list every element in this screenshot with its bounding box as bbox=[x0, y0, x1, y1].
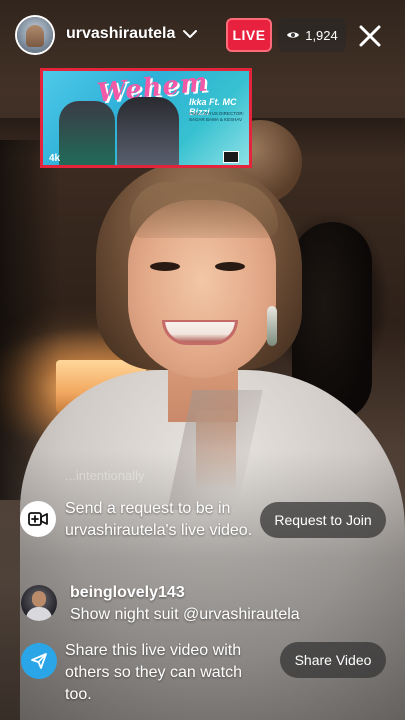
viewer-count-badge[interactable]: 1,924 bbox=[278, 18, 346, 52]
poster-logo: 4k bbox=[49, 153, 61, 164]
request-to-join-button[interactable]: Request to Join bbox=[260, 502, 386, 538]
bangs bbox=[130, 182, 278, 238]
right-eye bbox=[215, 262, 245, 271]
host-avatar[interactable] bbox=[17, 17, 53, 53]
earring bbox=[267, 306, 277, 346]
eye-icon bbox=[287, 32, 300, 38]
share-icon-circle bbox=[21, 643, 57, 679]
send-icon bbox=[31, 653, 47, 669]
video-plus-icon bbox=[28, 512, 48, 526]
avatar-figure bbox=[26, 25, 44, 47]
faded-comment: ...intentionally bbox=[65, 468, 145, 483]
chevron-down-icon[interactable] bbox=[181, 25, 199, 43]
poster-credits: music: ZAYUS DIRECTOR: SAGAR BAWA & KESH… bbox=[189, 111, 244, 122]
poster-figure-right bbox=[117, 97, 179, 165]
host-username[interactable]: urvashirautela bbox=[66, 25, 175, 43]
share-message: Share this live video with others so the… bbox=[65, 642, 242, 703]
share-video-button[interactable]: Share Video bbox=[280, 642, 386, 678]
comment-author[interactable]: beinglovely143 bbox=[70, 582, 185, 604]
commenter-body bbox=[26, 607, 52, 621]
song-poster-thumbnail[interactable]: Wehem Ikka Ft. MC Bizzi music: ZAYUS DIR… bbox=[40, 68, 252, 168]
close-icon[interactable] bbox=[356, 22, 384, 50]
poster-figure-left bbox=[59, 101, 115, 165]
commenter-avatar[interactable] bbox=[21, 585, 57, 621]
live-badge: LIVE bbox=[226, 18, 272, 52]
left-eye bbox=[150, 262, 180, 271]
viewer-count: 1,924 bbox=[305, 27, 338, 43]
video-camera-icon bbox=[20, 501, 56, 537]
poster-rating-badge bbox=[223, 151, 239, 163]
commenter-head bbox=[32, 591, 46, 607]
live-video-screen: urvashirautela LIVE 1,924 Wehem Ikka Ft.… bbox=[0, 0, 405, 720]
comment-text: Show night suit @urvashirautela bbox=[70, 606, 300, 623]
request-message: Send a request to be in urvashirautela's… bbox=[65, 500, 253, 539]
